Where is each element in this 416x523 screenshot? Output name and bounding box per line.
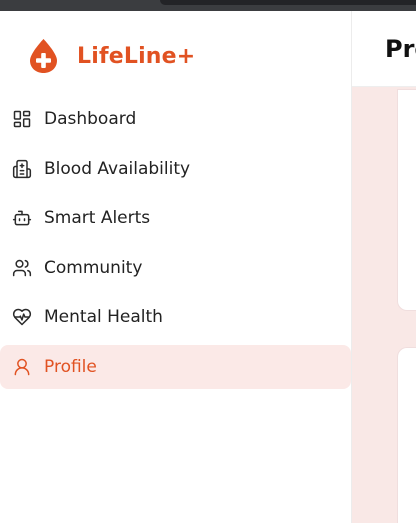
content-card <box>397 347 416 523</box>
bot-icon <box>11 207 33 229</box>
sidebar-item-label: Profile <box>44 356 97 377</box>
sidebar-item-smart-alerts[interactable]: Smart Alerts <box>0 196 351 240</box>
sidebar-item-label: Smart Alerts <box>44 208 151 229</box>
main-content: Pro <box>352 11 416 523</box>
hospital-icon <box>11 158 33 180</box>
sidebar-item-profile[interactable]: Profile <box>0 344 351 389</box>
sidebar-item-blood-availability[interactable]: Blood Availability <box>0 147 351 191</box>
heart-pulse-icon <box>11 306 33 328</box>
dashboard-grid-icon <box>11 108 33 130</box>
sidebar-nav: Dashboard Blood Availability Smart Alert… <box>0 97 352 395</box>
sidebar-item-label: Blood Availability <box>44 158 191 179</box>
blood-drop-plus-icon <box>30 39 57 73</box>
users-icon <box>11 257 33 279</box>
sidebar-item-mental-health[interactable]: Mental Health <box>0 295 351 339</box>
brand-name: LifeLine+ <box>77 43 196 69</box>
browser-top-bar <box>0 0 416 11</box>
page-title: Pro <box>385 35 416 63</box>
address-bar-edge <box>160 0 416 5</box>
sidebar-item-label: Community <box>44 257 143 278</box>
sidebar: LifeLine+ Dashboard Blood Availability S… <box>0 11 352 523</box>
sidebar-item-label: Dashboard <box>44 109 137 129</box>
sidebar-item-dashboard[interactable]: Dashboard <box>0 97 351 141</box>
brand[interactable]: LifeLine+ <box>28 37 195 75</box>
sidebar-item-community[interactable]: Community <box>0 246 351 290</box>
sidebar-item-label: Mental Health <box>44 307 163 328</box>
content-card <box>397 89 416 311</box>
user-icon <box>11 356 33 378</box>
page-header: Pro <box>352 11 416 87</box>
